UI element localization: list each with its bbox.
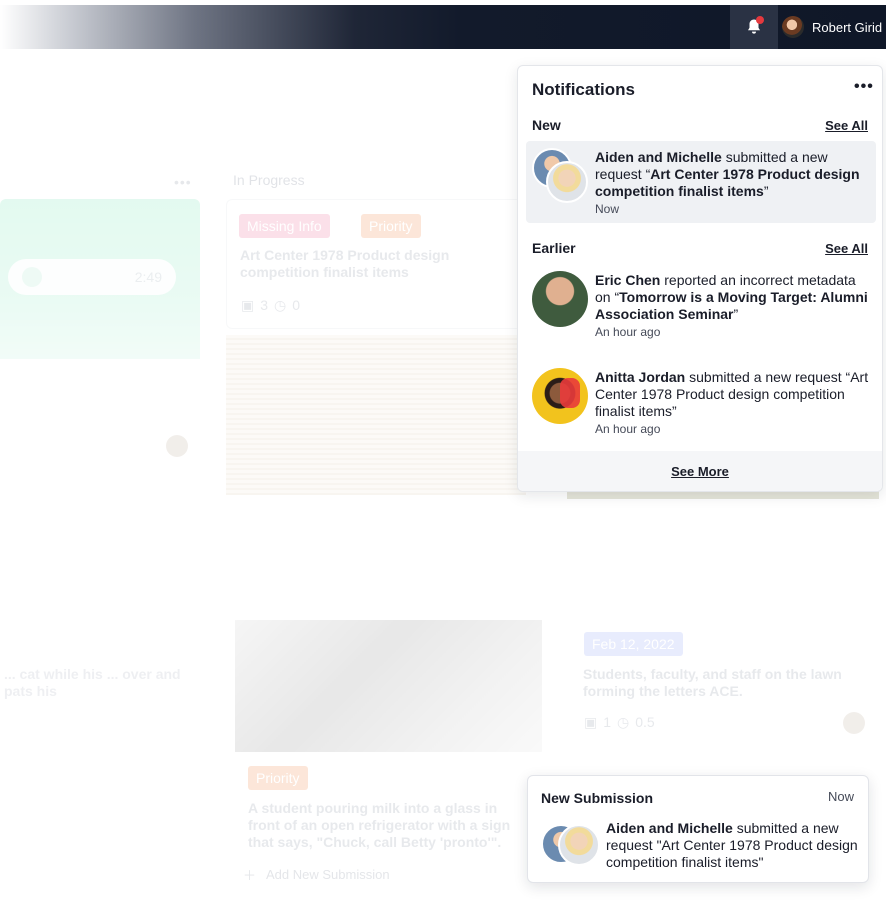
notifications-button[interactable]: [730, 5, 778, 49]
notification-item[interactable]: Aiden and Michelle submitted a new reque…: [526, 141, 876, 223]
notification-actor: Anitta Jordan: [595, 369, 686, 385]
notification-actor: Eric Chen: [595, 272, 661, 288]
image-icon: ▣: [241, 297, 255, 313]
add-submission-label: Add New Submission: [266, 867, 390, 882]
image-count: 3: [260, 297, 269, 313]
add-submission-button[interactable]: ＋ Add New Submission: [243, 865, 390, 884]
toast-actor: Aiden and Michelle: [606, 820, 733, 836]
avatar: [558, 824, 600, 866]
image-icon: ▣: [584, 714, 598, 730]
more-options-icon[interactable]: •••: [854, 78, 874, 96]
card-title: Art Center 1978 Product design competiti…: [240, 247, 450, 280]
notification-item[interactable]: Eric Chen reported an incorrect metadata…: [526, 265, 876, 351]
notification-time: An hour ago: [595, 422, 661, 436]
toast-text: Aiden and Michelle submitted a new reque…: [606, 820, 862, 871]
card-meta: ▣ 3 ◷ 0: [241, 297, 300, 314]
user-name: Robert Girid: [812, 19, 883, 35]
toast-time: Now: [827, 789, 854, 804]
avatar: [166, 435, 188, 457]
hours-count: 0.5: [635, 714, 655, 730]
play-icon[interactable]: [22, 267, 42, 287]
section-new-label: New: [532, 117, 561, 133]
see-all-earlier-link[interactable]: See All: [825, 241, 868, 256]
notification-text: Anitta Jordan submitted a new request “A…: [595, 369, 871, 420]
card-title: ... cat while his ... over and pats his: [4, 666, 181, 699]
notification-item[interactable]: Anitta Jordan submitted a new request “A…: [526, 361, 876, 441]
see-more-footer: See More: [518, 451, 882, 491]
see-more-link[interactable]: See More: [671, 464, 729, 479]
avatar: [782, 16, 804, 38]
section-earlier-label: Earlier: [532, 240, 576, 256]
notification-badge: [756, 16, 764, 24]
notification-actor: Aiden and Michelle: [595, 149, 722, 165]
notification-time: An hour ago: [595, 325, 661, 339]
audio-player[interactable]: 2:49: [8, 259, 176, 295]
avatar: [843, 712, 865, 734]
notification-tail: ”: [733, 306, 739, 322]
tag-priority: Priority: [248, 766, 308, 790]
new-submission-toast[interactable]: New Submission Now Aiden and Michelle su…: [527, 775, 869, 883]
notification-tail: ”: [763, 183, 769, 199]
card-title: Students, faculty, and staff on the lawn…: [583, 666, 842, 699]
submission-card[interactable]: Missing Info Priority Art Center 1978 Pr…: [226, 199, 526, 329]
image-count: 1: [603, 714, 612, 730]
date-tag: Feb 12, 2022: [584, 632, 683, 656]
notification-text: Eric Chen reported an incorrect metadata…: [595, 272, 871, 323]
audio-time: 2:49: [134, 269, 162, 285]
card-title: A student pouring milk into a glass in f…: [248, 800, 511, 850]
tag-missing-info: Missing Info: [239, 214, 330, 238]
clock-icon: ◷: [274, 297, 287, 313]
tag-priority: Priority: [361, 214, 421, 238]
top-bar: Robert Girid: [0, 5, 886, 49]
notification-time: Now: [595, 202, 620, 216]
hours-count: 0: [292, 297, 301, 313]
toast-title: New Submission: [541, 790, 654, 806]
avatar: [546, 161, 588, 203]
see-all-new-link[interactable]: See All: [825, 118, 868, 133]
notification-subject: Tomorrow is a Moving Target: Alumni Asso…: [595, 289, 868, 322]
plus-icon: ＋: [243, 868, 257, 883]
document-thumbnail: [226, 335, 526, 495]
column-label: In Progress: [233, 172, 305, 188]
clock-icon: ◷: [617, 714, 630, 730]
card-meta: ▣ 1 ◷ 0.5: [584, 714, 655, 731]
photo-thumbnail: [235, 620, 542, 752]
notifications-panel: Notifications ••• New See All Aiden and …: [517, 65, 883, 492]
column-menu-icon[interactable]: •••: [174, 174, 192, 190]
notification-text: Aiden and Michelle submitted a new reque…: [595, 149, 871, 200]
avatar: [532, 271, 588, 327]
user-menu[interactable]: Robert Girid: [782, 5, 882, 49]
avatar: [532, 368, 588, 424]
panel-title: Notifications: [532, 80, 635, 99]
